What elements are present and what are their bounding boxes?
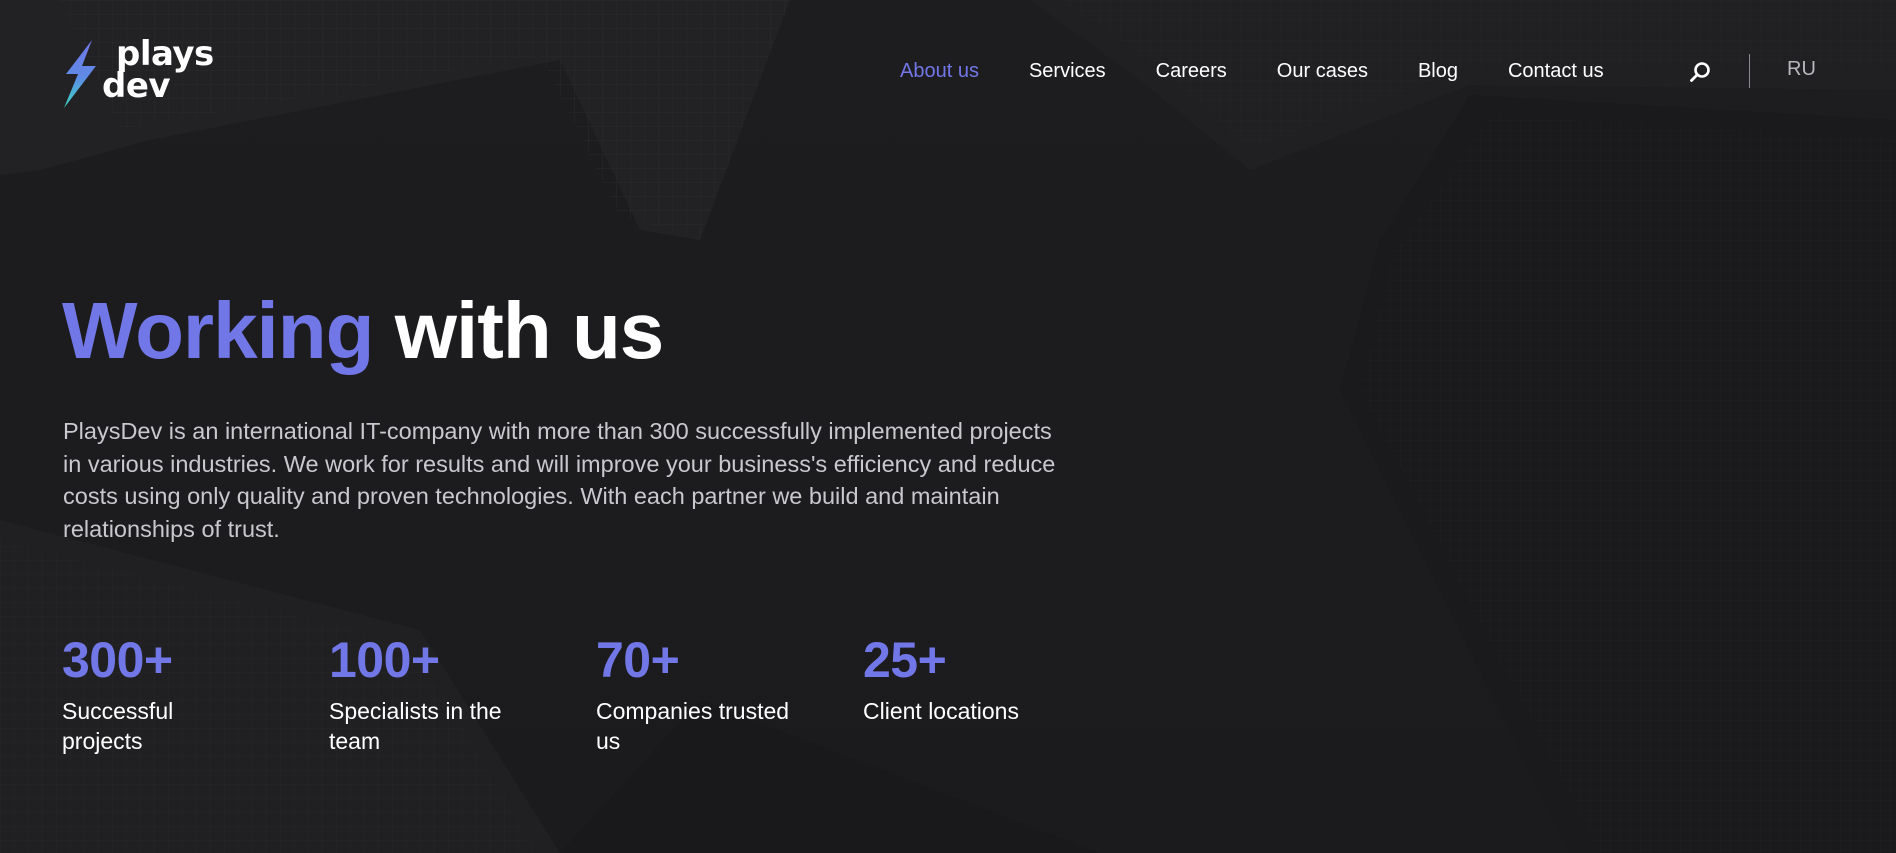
hero-title-rest: with us <box>394 286 665 375</box>
nav-item-services[interactable]: Services <box>1029 60 1106 83</box>
stat-value: 25+ <box>863 632 947 688</box>
search-icon <box>1690 62 1710 82</box>
hero-title: Working with us <box>62 285 665 377</box>
logo-line-dev: dev <box>102 66 171 106</box>
stat-label: Specialists in the team <box>329 698 502 754</box>
lightning-bolt-icon <box>64 40 96 108</box>
stat-value: 70+ <box>596 632 680 688</box>
language-switch[interactable]: RU <box>1787 58 1816 81</box>
nav-item-about-us[interactable]: About us <box>900 60 979 83</box>
main-nav: About us Services Careers Our cases Blog… <box>900 56 1654 86</box>
stat-label: Successful projects <box>62 698 174 754</box>
hero-description: PlaysDev is an international IT-company … <box>63 418 1056 542</box>
stat-label: Companies trusted us <box>596 698 790 754</box>
stat-label: Client locations <box>863 698 1019 724</box>
nav-item-careers[interactable]: Careers <box>1156 60 1227 83</box>
search-button[interactable] <box>1688 60 1712 84</box>
stat-client-locations: 25+ Client locations <box>863 630 1083 726</box>
stats-row: 300+ Successful projects 100+ Specialist… <box>62 630 1062 770</box>
nav-item-contact-us[interactable]: Contact us <box>1508 60 1604 83</box>
logo-wordmark: plays dev <box>100 37 214 106</box>
stat-value: 100+ <box>329 632 440 688</box>
stat-specialists: 100+ Specialists in the team <box>329 630 549 756</box>
stat-successful-projects: 300+ Successful projects <box>62 630 282 756</box>
nav-item-our-cases[interactable]: Our cases <box>1277 60 1368 83</box>
nav-item-blog[interactable]: Blog <box>1418 60 1458 83</box>
stat-companies-trusted: 70+ Companies trusted us <box>596 630 816 756</box>
stat-value: 300+ <box>62 632 173 688</box>
playsdev-logo[interactable]: plays dev <box>62 37 232 110</box>
hero-title-accent: Working <box>62 286 375 375</box>
site-header: plays dev About us Services Careers Our … <box>0 0 1896 140</box>
header-divider <box>1749 54 1750 88</box>
